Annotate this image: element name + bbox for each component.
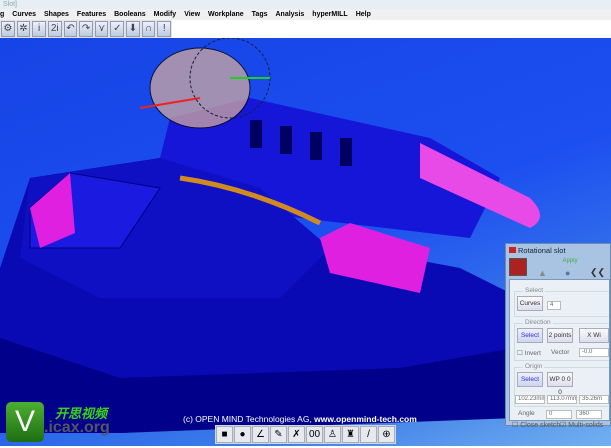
menu-item-curves[interactable]: Curves bbox=[12, 9, 36, 20]
origin-z[interactable]: 35.26m bbox=[579, 395, 609, 404]
person-icon[interactable]: ♙ bbox=[324, 426, 341, 443]
select-group: Select Curves 4 bbox=[514, 287, 609, 317]
vector-field[interactable]: -0.0 bbox=[579, 348, 609, 357]
curves-count: 4 bbox=[547, 301, 561, 310]
close-sketch-label: Close sketch bbox=[520, 422, 561, 429]
multi-solids-checkbox[interactable]: ☑ Multi-solids bbox=[560, 421, 603, 429]
rotational-slot-dialog: Rotational slot Apply ▲ ● ❮❮ Select Curv… bbox=[505, 243, 611, 429]
circle-icon[interactable]: ● bbox=[565, 268, 570, 278]
origin-group: Origin Select WP 0 0 0 102.23mm 113.07mm… bbox=[514, 363, 609, 407]
grid-icon[interactable]: ⊕ bbox=[378, 426, 395, 443]
menu-item-analysis[interactable]: Analysis bbox=[276, 9, 305, 20]
sphere-icon[interactable]: ● bbox=[234, 426, 251, 443]
dialog-body: Select Curves 4 Direction Select 2 point… bbox=[509, 279, 610, 429]
pencil-icon[interactable]: / bbox=[360, 426, 377, 443]
invert-label: Invert bbox=[524, 350, 541, 357]
tower-icon[interactable]: ♜ bbox=[342, 426, 359, 443]
menu-item-modify[interactable]: Modify bbox=[154, 9, 177, 20]
origin-x[interactable]: 102.23mm bbox=[515, 395, 545, 404]
pin-icon[interactable]: ✗ bbox=[288, 426, 305, 443]
angle-icon[interactable]: ∠ bbox=[252, 426, 269, 443]
menu-item-hypermill[interactable]: hyperMILL bbox=[312, 9, 347, 20]
gears-icon[interactable]: ✲ bbox=[16, 21, 31, 37]
warning-icon[interactable]: ! bbox=[157, 21, 172, 37]
watermark-url: .icax.org bbox=[44, 419, 110, 436]
angle-to[interactable]: 360 bbox=[576, 410, 602, 419]
curves-button[interactable]: Curves bbox=[517, 296, 543, 311]
copyright-url: www.openmind-tech.com bbox=[314, 414, 417, 424]
dialog-title: Rotational slot bbox=[506, 244, 610, 257]
menu-item-workplane[interactable]: Workplane bbox=[208, 9, 244, 20]
feature-icon bbox=[509, 258, 527, 276]
angle-from[interactable]: 0 bbox=[546, 410, 572, 419]
menu-item-booleans[interactable]: Booleans bbox=[114, 9, 146, 20]
angle-label: Angle bbox=[518, 410, 535, 417]
filter-icon[interactable]: ⋎ bbox=[94, 21, 109, 37]
back-icon[interactable]: ❮❮ bbox=[590, 267, 605, 278]
window-title: Slot] bbox=[0, 0, 611, 9]
gear-icon[interactable]: ⚙ bbox=[1, 21, 15, 37]
toolbar: ⚙ ✲ i 2i ↶ ↷ ⋎ ✓ ⬇ ∩! bbox=[0, 20, 172, 38]
info-icon[interactable]: i bbox=[32, 21, 46, 37]
counter-icon[interactable]: 00 bbox=[306, 426, 323, 443]
menu-item-view[interactable]: View bbox=[184, 9, 200, 20]
bottom-toolbar: ■ ● ∠ ✎ ✗ 00 ♙ ♜ / ⊕ bbox=[215, 425, 396, 444]
origin-group-label: Origin bbox=[523, 363, 545, 370]
rotation-cylinder bbox=[149, 47, 251, 129]
x-button[interactable]: X Wi bbox=[579, 328, 609, 343]
brush-icon[interactable]: ✎ bbox=[270, 426, 287, 443]
info2-icon[interactable]: 2i bbox=[47, 21, 62, 37]
menu-bar: g Curves Shapes Features Booleans Modify View W… bbox=[0, 9, 611, 20]
redo-icon[interactable]: ↷ bbox=[79, 21, 93, 37]
select-group-label: Select bbox=[523, 287, 546, 294]
direction-select-button[interactable]: Select bbox=[517, 328, 543, 343]
invert-checkbox[interactable]: ☐ Invert bbox=[517, 349, 541, 357]
origin-select-button[interactable]: Select bbox=[517, 372, 543, 387]
warning-icon[interactable]: ▲ bbox=[538, 268, 547, 278]
magnet-icon[interactable]: ∩ bbox=[141, 21, 156, 37]
menu-item-features[interactable]: Features bbox=[77, 9, 106, 20]
multi-solids-label: Multi-solids bbox=[568, 422, 604, 429]
undo-icon[interactable]: ↶ bbox=[63, 21, 78, 37]
menu-item-g[interactable]: g bbox=[0, 9, 4, 20]
close-sketch-checkbox[interactable]: ☐ Close sketch bbox=[512, 421, 560, 429]
two-points-button[interactable]: 2 points bbox=[547, 328, 573, 343]
check-icon[interactable]: ✓ bbox=[110, 21, 125, 37]
direction-group: Direction Select 2 points X Wi ☐ Invert … bbox=[514, 319, 609, 361]
menu-item-help[interactable]: Help bbox=[356, 9, 371, 20]
copyright: (c) OPEN MIND Technologies AG, www.openm… bbox=[183, 414, 417, 424]
wp-button[interactable]: WP 0 0 0 bbox=[547, 372, 573, 396]
download-icon[interactable]: ⬇ bbox=[126, 21, 140, 37]
origin-y[interactable]: 113.07mm bbox=[547, 395, 577, 404]
menu-item-shapes[interactable]: Shapes bbox=[44, 9, 69, 20]
watermark-logo: V bbox=[6, 402, 44, 442]
vector-label: Vector bbox=[551, 349, 570, 356]
shade-icon[interactable]: ■ bbox=[216, 426, 233, 443]
direction-group-label: Direction bbox=[523, 319, 553, 326]
copyright-text: (c) OPEN MIND Technologies AG, bbox=[183, 414, 315, 424]
menu-item-tags[interactable]: Tags bbox=[252, 9, 268, 20]
